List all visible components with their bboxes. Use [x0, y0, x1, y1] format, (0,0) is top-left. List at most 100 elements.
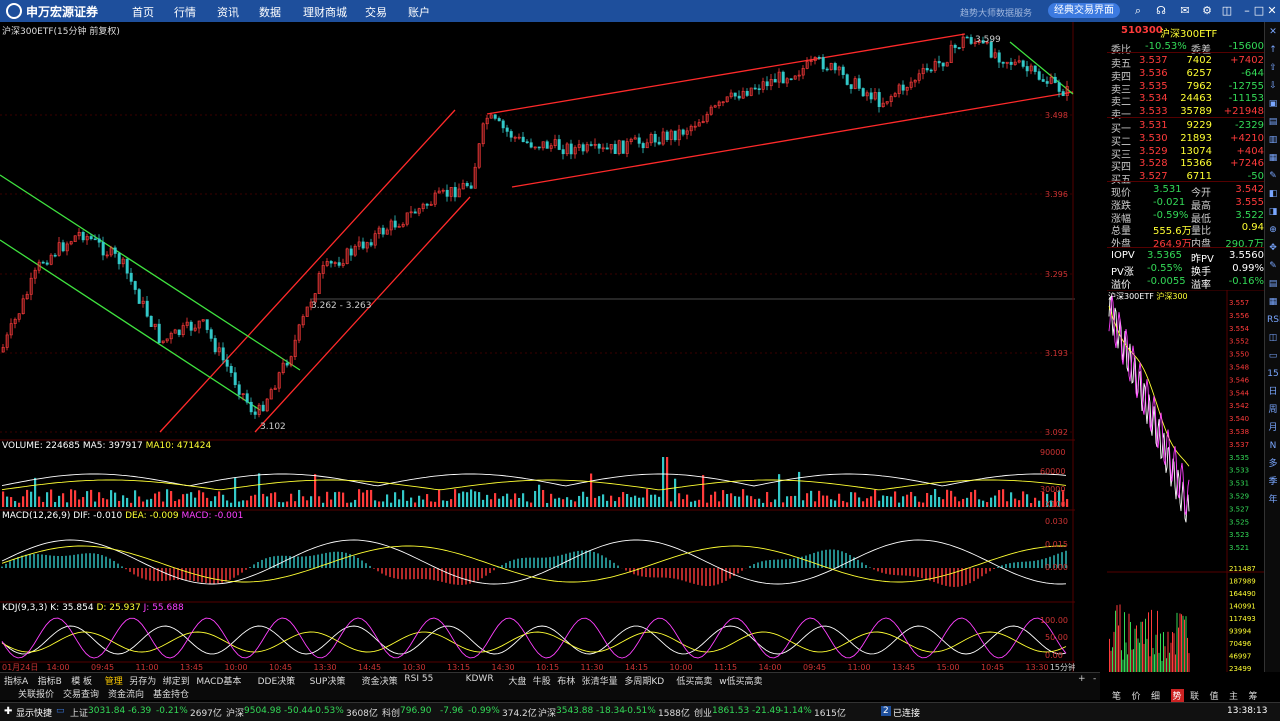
ticker-text: 趋势大师数据服务	[960, 9, 1033, 19]
nav-trade[interactable]: 交易	[365, 4, 387, 20]
mini-volume-bar	[1145, 618, 1146, 672]
intraday-mini-chart[interactable]: 3.557 3.556 3.554 3.552 3.550 3.548 3.546 3.544…	[1107, 290, 1264, 672]
toolbar-tool-icon[interactable]: ✎	[1267, 260, 1279, 272]
right-panel-tab[interactable]: 主	[1229, 689, 1238, 702]
kdj-d: D: 25.937	[96, 603, 141, 613]
toolbar-tool-icon[interactable]: RSI	[1267, 314, 1280, 326]
quick-display-button[interactable]: 显示快捷	[16, 706, 52, 719]
toolbar-tool-icon[interactable]: ▥	[1267, 134, 1279, 146]
volume-bar	[734, 496, 737, 507]
right-panel-tab[interactable]: 势	[1170, 689, 1184, 702]
nav-account[interactable]: 账户	[408, 4, 430, 20]
volume-bar	[190, 492, 193, 507]
add-icon[interactable]: ✚	[4, 706, 12, 717]
mini-volume-bar	[1133, 649, 1134, 672]
right-panel-tab[interactable]: 笔	[1112, 689, 1121, 702]
period-label[interactable]: 15分钟	[1050, 662, 1075, 672]
toolbar-tool-icon[interactable]: 年	[1267, 494, 1279, 506]
toolbar-tool-icon[interactable]: ◧	[1267, 188, 1279, 200]
bid-row[interactable]: 买四 3.528 15366 +7246	[1107, 158, 1264, 173]
volume-bar	[578, 495, 581, 507]
sub-tab[interactable]: 资金流向	[108, 687, 144, 700]
sub-tab[interactable]: 基金持仓	[153, 687, 189, 700]
toolbar-tool-icon[interactable]: ▦	[1267, 296, 1279, 308]
bid-row[interactable]: 买一 3.531 9229 -2329	[1107, 120, 1264, 135]
toolbar-tool-icon[interactable]: ▤	[1267, 116, 1279, 128]
toolbar-tool-icon[interactable]: 月	[1267, 422, 1279, 434]
bid-row[interactable]: 买二 3.530 21893 +4210	[1107, 133, 1264, 148]
ask-row[interactable]: 卖三 3.535 7962 -12755	[1107, 81, 1264, 96]
time-axis-label: 14:30	[492, 663, 515, 672]
toolbar-tool-icon[interactable]: 15	[1267, 368, 1279, 380]
right-panel-tab[interactable]: 细	[1151, 689, 1160, 702]
volume-bar	[946, 489, 949, 507]
candle-body	[337, 262, 341, 266]
stat-cell: -0.021	[1153, 196, 1186, 208]
toolbar-tool-icon[interactable]: ▦	[1267, 152, 1279, 164]
toolbar-tool-icon[interactable]: ◫	[1267, 332, 1279, 344]
nav-finance-mall[interactable]: 理财商城	[303, 4, 347, 20]
zoom-minus-icon[interactable]: -	[1093, 674, 1096, 684]
volume-bar	[322, 502, 325, 507]
volume-bar	[766, 491, 769, 507]
toolbar-tool-icon[interactable]: ▣	[1267, 98, 1279, 110]
skin-icon[interactable]: ◫	[1220, 4, 1234, 18]
headset-icon[interactable]: ☊	[1154, 4, 1168, 18]
nav-data[interactable]: 数据	[259, 4, 281, 20]
ask-row[interactable]: 卖五 3.537 7402 +7402	[1107, 55, 1264, 70]
close-icon[interactable]: ✕	[1265, 4, 1279, 18]
ask-row[interactable]: 卖二 3.534 24463 -11153	[1107, 93, 1264, 108]
volume-bar	[854, 492, 857, 507]
zoom-plus-icon[interactable]: +	[1078, 674, 1086, 684]
toolbar-tool-icon[interactable]: ✥	[1267, 242, 1279, 254]
toolbar-tool-icon[interactable]: N	[1267, 440, 1279, 452]
maximize-icon[interactable]: □	[1252, 4, 1266, 18]
right-panel-tab[interactable]: 价	[1132, 689, 1141, 702]
weibi-label: 委比	[1111, 45, 1131, 56]
toolbar-tool-icon[interactable]: ⇧	[1267, 62, 1279, 74]
kline-chart[interactable]: 3.599 3.102 3.262 - 3.263 3.498 3.396 3.…	[0, 22, 1075, 672]
indicator-tab[interactable]: RSI 55	[404, 674, 433, 684]
nav-news[interactable]: 资讯	[217, 4, 239, 20]
right-panel-tab[interactable]: 筹	[1249, 689, 1258, 702]
search-icon[interactable]: ⌕	[1131, 4, 1145, 18]
volume-bar	[54, 502, 57, 507]
mail-icon[interactable]: ✉	[1178, 4, 1192, 18]
candle-body	[841, 66, 845, 75]
toolbar-tool-icon[interactable]: ⇩	[1267, 80, 1279, 92]
ask-row[interactable]: 卖四 3.536 6257 -644	[1107, 68, 1264, 83]
volume-bar	[202, 492, 205, 507]
toolbar-tool-icon[interactable]: ⊕	[1267, 224, 1279, 236]
toolbar-tool-icon[interactable]: ↑	[1267, 44, 1279, 56]
time-axis-label: 14:15	[625, 663, 648, 672]
volume-bar	[30, 491, 33, 507]
toolbar-tool-icon[interactable]: ▭	[1267, 350, 1279, 362]
volume-bar	[466, 492, 469, 507]
toolbar-tool-icon[interactable]: ✕	[1267, 26, 1279, 38]
toolbar-tool-icon[interactable]: ▤	[1267, 278, 1279, 290]
toolbar-tool-icon[interactable]: 季	[1267, 476, 1279, 488]
indicator-tab[interactable]: KDWR	[466, 674, 494, 684]
candle-body	[117, 253, 121, 265]
candle-body	[849, 84, 853, 89]
sub-tab[interactable]: 交易查询	[63, 687, 99, 700]
volume-bar	[550, 493, 553, 507]
nav-home[interactable]: 首页	[132, 4, 154, 20]
toolbar-tool-icon[interactable]: ◨	[1267, 206, 1279, 218]
right-panel-tab[interactable]: 联	[1190, 689, 1199, 702]
stat-cell: 3.555	[1235, 196, 1264, 208]
mini-volume-bar	[1128, 613, 1130, 672]
window-icon[interactable]: ▭	[56, 706, 65, 716]
toolbar-tool-icon[interactable]: 多	[1267, 458, 1279, 470]
classic-trade-button[interactable]: 经典交易界面	[1048, 3, 1120, 18]
toolbar-tool-icon[interactable]: 周	[1267, 404, 1279, 416]
toolbar-tool-icon[interactable]: 日	[1267, 386, 1279, 398]
settings-icon[interactable]: ⚙	[1200, 4, 1214, 18]
volume-bar	[210, 501, 213, 507]
sub-tab[interactable]: 关联报价	[18, 687, 54, 700]
bid-row[interactable]: 买三 3.529 13074 +404	[1107, 146, 1264, 161]
toolbar-tool-icon[interactable]: ✎	[1267, 170, 1279, 182]
right-panel-tab[interactable]: 值	[1210, 689, 1219, 702]
ask-cell: +7402	[1230, 55, 1264, 66]
nav-quotes[interactable]: 行情	[174, 4, 196, 20]
